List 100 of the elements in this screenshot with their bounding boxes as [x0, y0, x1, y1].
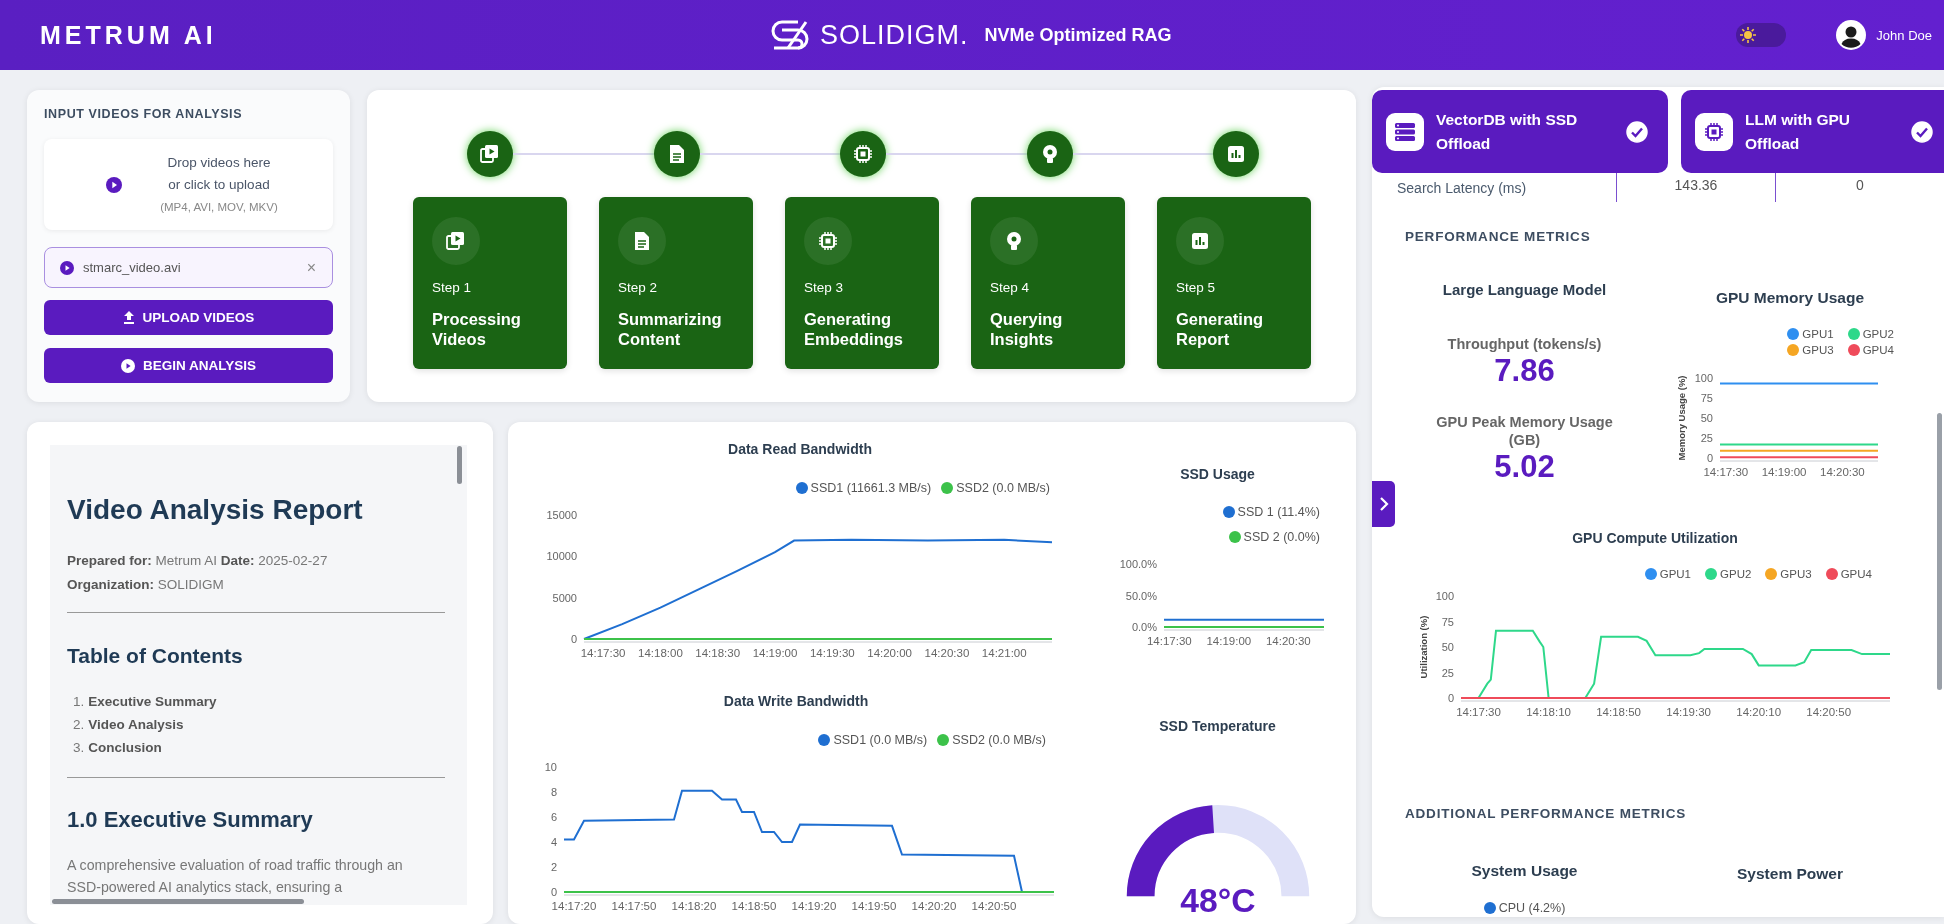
- step-card[interactable]: Step 5 Generating Report: [1157, 197, 1311, 369]
- step-card[interactable]: Step 2 Summarizing Content: [599, 197, 753, 369]
- legend-label: GPU2: [1720, 567, 1752, 582]
- step-title: Generating Embeddings: [804, 309, 904, 349]
- toc-link[interactable]: Video Analysis: [88, 713, 184, 736]
- report-meta: Organization: SOLIDIGM: [67, 576, 225, 594]
- metric-label: Throughput (tokens/s): [1446, 335, 1603, 353]
- app-title: NVMe Optimized RAG: [984, 24, 1172, 46]
- axis-tick-label: 4: [550, 836, 557, 848]
- bar-chart-icon: [1191, 232, 1209, 250]
- chart-title: SSD Temperature: [1159, 717, 1276, 736]
- play-icon: [106, 176, 122, 193]
- legend-label: GPU1: [1802, 327, 1834, 342]
- axis-tick-label: 50: [1700, 412, 1713, 424]
- video-icon: [480, 144, 500, 164]
- lightbulb-icon: [1005, 231, 1023, 251]
- axis-tick-label: 14:17:30: [1146, 635, 1192, 647]
- step-card[interactable]: Step 4 Querying Insights: [971, 197, 1125, 369]
- offload-card[interactable]: LLM with GPU Offload: [1681, 90, 1944, 173]
- chevron-right-icon: [1378, 497, 1389, 511]
- brand-name: SOLIDIGM.: [820, 19, 969, 51]
- lightbulb-icon: [1040, 144, 1059, 164]
- chart-title: GPU Compute Utilization: [1571, 529, 1739, 548]
- metric-value: 0: [1775, 173, 1944, 202]
- axis-tick-label: 0: [550, 886, 557, 898]
- user-name[interactable]: John Doe: [1876, 27, 1932, 43]
- chart-title: System Usage: [1471, 861, 1578, 881]
- file-name: stmarc_video.avi: [83, 260, 182, 275]
- drop-instruction: or click to upload: [168, 175, 270, 194]
- chip-icon: [1704, 121, 1724, 142]
- chart-title: SSD Usage: [1179, 465, 1256, 484]
- play-icon: [121, 358, 135, 373]
- legend-label: SSD2 (0.0 MB/s): [956, 480, 1050, 497]
- axis-tick-label: 14:19:30: [1666, 706, 1711, 718]
- axis-tick-label: 100: [1435, 590, 1454, 602]
- drop-zone[interactable]: Drop videos here or click to upload (MP4, AVI, MOV, MKV): [44, 139, 333, 230]
- axis-tick-label: 100: [1694, 372, 1713, 384]
- metric-value: 143.36: [1616, 173, 1775, 202]
- axis-tick-label: 6: [550, 811, 557, 823]
- axis-tick-label: 8: [550, 786, 557, 798]
- axis-tick-label: 14:19:30: [809, 647, 855, 659]
- chart-title: GPU Memory Usage: [1715, 288, 1865, 308]
- offload-title: VectorDB with SSD Offload: [1436, 109, 1579, 154]
- axis-tick-label: 14:21:00: [981, 647, 1027, 659]
- action-button[interactable]: UPLOAD VIDEOS: [44, 300, 333, 335]
- step-title: Generating Report: [1176, 309, 1265, 349]
- scrollbar[interactable]: [1937, 413, 1942, 690]
- expand-tab[interactable]: [1372, 481, 1395, 527]
- step-title: Summarizing Content: [618, 309, 723, 349]
- legend-label: GPU4: [1840, 567, 1872, 582]
- axis-tick-label: 25: [1700, 432, 1713, 444]
- step-number: Step 5: [1176, 280, 1216, 296]
- legend-label: SSD 1 (11.4%): [1237, 504, 1320, 521]
- axis-tick-label: 0: [570, 633, 577, 645]
- toc-link[interactable]: Executive Summary: [88, 690, 217, 713]
- axis-title: Utilization (%): [1418, 615, 1429, 679]
- scrollbar[interactable]: [52, 899, 304, 904]
- action-button[interactable]: BEGIN ANALYSIS: [44, 348, 333, 383]
- axis-tick-label: 14:20:30: [924, 647, 970, 659]
- axis-tick-label: 50: [1441, 641, 1454, 653]
- axis-tick-label: 14:17:30: [1702, 466, 1748, 478]
- toc-number: 3.: [73, 739, 85, 757]
- report-meta: Prepared for: Metrum AI Date: 2025-02-27: [67, 552, 329, 570]
- axis-tick-label: 14:18:50: [731, 900, 777, 912]
- legend-label: GPU4: [1862, 343, 1894, 358]
- axis-tick-label: 14:18:50: [1596, 706, 1641, 718]
- axis-tick-label: 14:20:30: [1265, 635, 1311, 647]
- section-heading: PERFORMANCE METRICS: [1404, 229, 1592, 245]
- step-number: Step 3: [804, 280, 844, 296]
- axis-tick-label: 0: [1706, 452, 1713, 464]
- axis-tick-label: 15000: [546, 509, 577, 521]
- axis-tick-label: 14:18:10: [1526, 706, 1571, 718]
- list-icon: [1394, 121, 1416, 142]
- chip-icon: [818, 231, 838, 251]
- axis-title: Memory Usage (%): [1675, 375, 1687, 461]
- axis-tick-label: 14:20:50: [1806, 706, 1852, 718]
- legend-label: GPU3: [1780, 567, 1812, 582]
- legend-label: CPU (4.2%): [1498, 900, 1566, 917]
- toc-number: 2.: [73, 716, 85, 734]
- step-card[interactable]: Step 1 Processing Videos: [413, 197, 567, 369]
- chart-title: System Power: [1737, 864, 1843, 884]
- step-number: Step 2: [618, 280, 658, 296]
- legend-label: SSD2 (0.0 MB/s): [952, 732, 1046, 749]
- avatar-icon[interactable]: [1836, 20, 1867, 50]
- axis-tick-label: 14:17:30: [580, 647, 626, 659]
- report-paragraph: A comprehensive evaluation of road traffic through an SSD-powered AI analytics stack, ensuring a: [67, 856, 404, 897]
- toc-link[interactable]: Conclusion: [88, 736, 162, 759]
- scrollbar[interactable]: [457, 446, 462, 484]
- section-heading: 1.0 Executive Summary: [67, 806, 314, 834]
- axis-tick-label: 14:20:10: [1736, 706, 1782, 718]
- offload-card[interactable]: VectorDB with SSD Offload: [1372, 90, 1668, 173]
- axis-tick-label: 14:20:30: [1819, 466, 1865, 478]
- section-heading: Table of Contents: [67, 643, 244, 669]
- logo: METRUM AI: [40, 20, 217, 50]
- axis-tick-label: 14:17:30: [1456, 706, 1501, 718]
- metric-value: 7.86: [1494, 353, 1555, 389]
- step-card[interactable]: Step 3 Generating Embeddings: [785, 197, 939, 369]
- theme-toggle[interactable]: [1736, 23, 1787, 47]
- format-hint: (MP4, AVI, MOV, MKV): [160, 199, 278, 215]
- axis-tick-label: 50.0%: [1125, 589, 1157, 602]
